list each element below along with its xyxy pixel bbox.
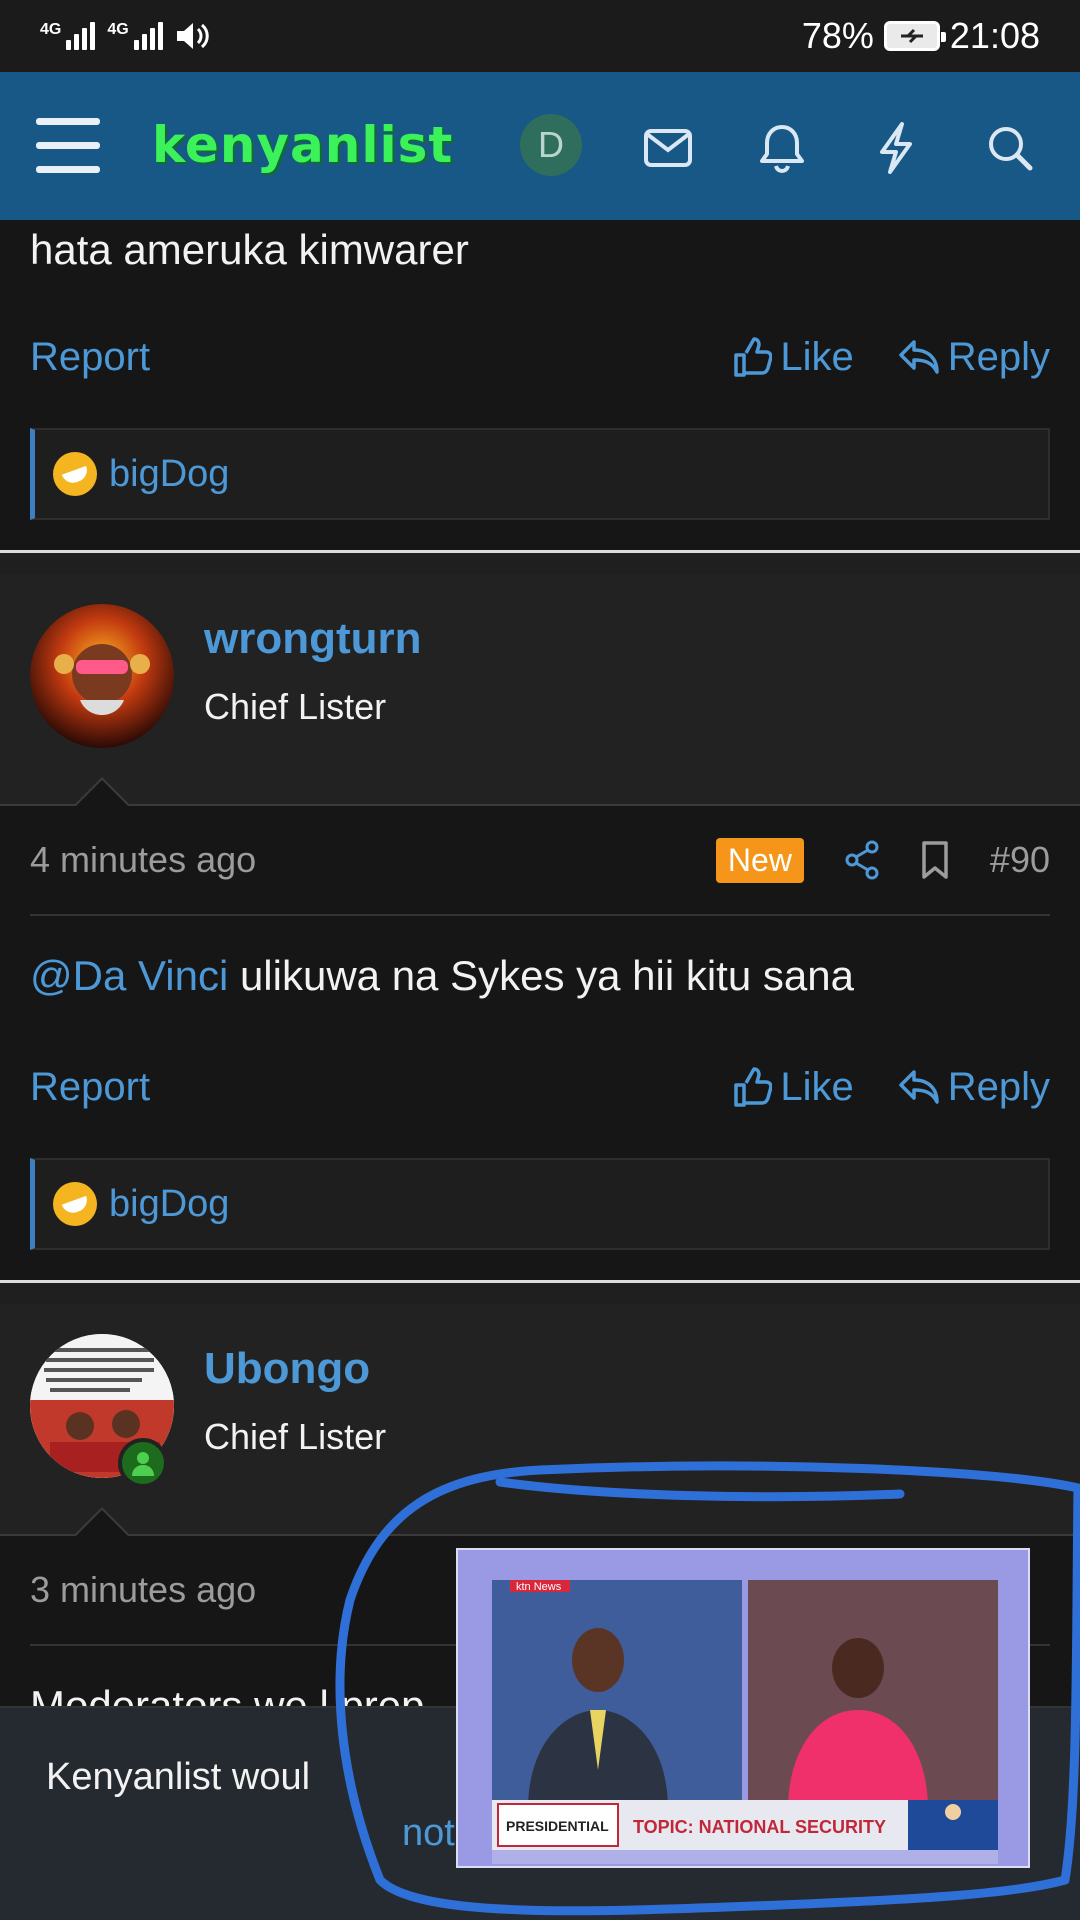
reactions-bar[interactable]: bigDog (30, 1158, 1050, 1250)
menu-icon[interactable] (36, 118, 100, 174)
battery-icon (883, 21, 946, 51)
report-link[interactable]: Report (30, 335, 150, 380)
thread-content: hata ameruka kimwarer Report Like Reply … (0, 220, 1080, 1762)
account-avatar[interactable]: D (520, 114, 582, 176)
site-logo[interactable]: kenyanlist (152, 116, 453, 174)
app-header: kenyanlist D (0, 72, 1080, 220)
avatar[interactable] (30, 604, 174, 748)
report-link[interactable]: Report (30, 1065, 150, 1110)
post-actions: Report Like Reply (0, 322, 1080, 392)
laughing-emoji-icon (53, 452, 97, 496)
post-action-group: Like Reply (732, 335, 1050, 380)
status-left: 4G 4G (40, 21, 209, 51)
search-icon[interactable] (984, 122, 1036, 174)
post-time[interactable]: 4 minutes ago (30, 839, 256, 881)
like-label: Like (780, 334, 854, 379)
reactions-bar[interactable]: bigDog (30, 428, 1050, 520)
thumbs-up-icon (734, 337, 773, 377)
like-button[interactable]: Like (732, 1064, 854, 1110)
reply-button[interactable]: Reply (898, 1065, 1050, 1110)
post-text: hata ameruka kimwarer (30, 226, 469, 273)
channel-logo: ktn News (516, 1581, 562, 1593)
mail-icon[interactable] (642, 122, 694, 174)
debate-banner: PRESIDENTIAL (506, 1818, 609, 1834)
reply-label: Reply (947, 334, 1050, 379)
signal-icon-1: 4G (40, 21, 96, 50)
user-title: Chief Lister (204, 1416, 387, 1457)
network-type-2: 4G (107, 21, 129, 38)
reply-label: Reply (947, 1064, 1050, 1109)
post-text: @Da Vinci ulikuwa na Sykes ya hii kitu s… (30, 952, 1050, 1000)
username[interactable]: Ubongo (204, 1344, 370, 1394)
share-icon[interactable] (844, 840, 880, 880)
battery-percent: 78% (801, 15, 874, 56)
user-info: wrongturn Chief Lister (0, 574, 1080, 806)
post-meta: 4 minutes ago New #90 (30, 806, 1050, 916)
post-actions: Report Like Reply (0, 1052, 1080, 1122)
new-badge: New (715, 837, 804, 883)
user-title: Chief Lister (204, 686, 387, 727)
post-action-group: Like Reply (732, 1065, 1050, 1110)
status-right: 78% 21:08 (802, 15, 1040, 57)
post-separator (0, 1280, 1080, 1304)
status-bar: 4G 4G 78% 21:08 (0, 0, 1080, 72)
post-meta-actions: New #90 (715, 837, 1050, 883)
post-number[interactable]: #90 (990, 839, 1050, 881)
post-body: hata ameruka kimwarer (0, 226, 1080, 286)
message-pointer (74, 777, 130, 806)
user-info: Ubongo Chief Lister (0, 1304, 1080, 1536)
online-status-icon (118, 1438, 168, 1488)
signal-icon-2: 4G (107, 21, 163, 50)
reply-icon (898, 340, 939, 374)
video-overlay[interactable]: ktn News PRESIDENTIAL TOPIC: NATIONAL SE… (456, 1548, 1030, 1868)
like-label: Like (780, 1064, 854, 1109)
volume-icon (176, 23, 209, 49)
topic-banner: TOPIC: NATIONAL SECURITY (633, 1817, 886, 1837)
reaction-user[interactable]: bigDog (109, 453, 229, 496)
post-time[interactable]: 3 minutes ago (30, 1569, 256, 1611)
laughing-emoji-icon (53, 1182, 97, 1226)
username[interactable]: wrongturn (204, 614, 422, 664)
clock: 21:08 (949, 15, 1040, 56)
post-body: @Da Vinci ulikuwa na Sykes ya hii kitu s… (0, 952, 1080, 1032)
bookmark-icon[interactable] (920, 840, 950, 880)
reaction-user[interactable]: bigDog (109, 1183, 229, 1226)
like-button[interactable]: Like (732, 334, 854, 380)
message-pointer (74, 1507, 130, 1536)
post-text-content: ulikuwa na Sykes ya hii kitu sana (228, 952, 854, 999)
user-mention[interactable]: @Da Vinci (30, 952, 228, 999)
reply-icon (898, 1070, 939, 1104)
reply-button[interactable]: Reply (898, 335, 1050, 380)
post-separator (0, 550, 1080, 574)
bell-icon[interactable] (756, 122, 808, 174)
notification-link[interactable]: not (402, 1812, 455, 1855)
network-type-1: 4G (40, 21, 62, 38)
lightning-icon[interactable] (870, 122, 922, 174)
notification-text: Kenyanlist woul (46, 1756, 311, 1798)
thumbs-up-icon (734, 1067, 773, 1107)
